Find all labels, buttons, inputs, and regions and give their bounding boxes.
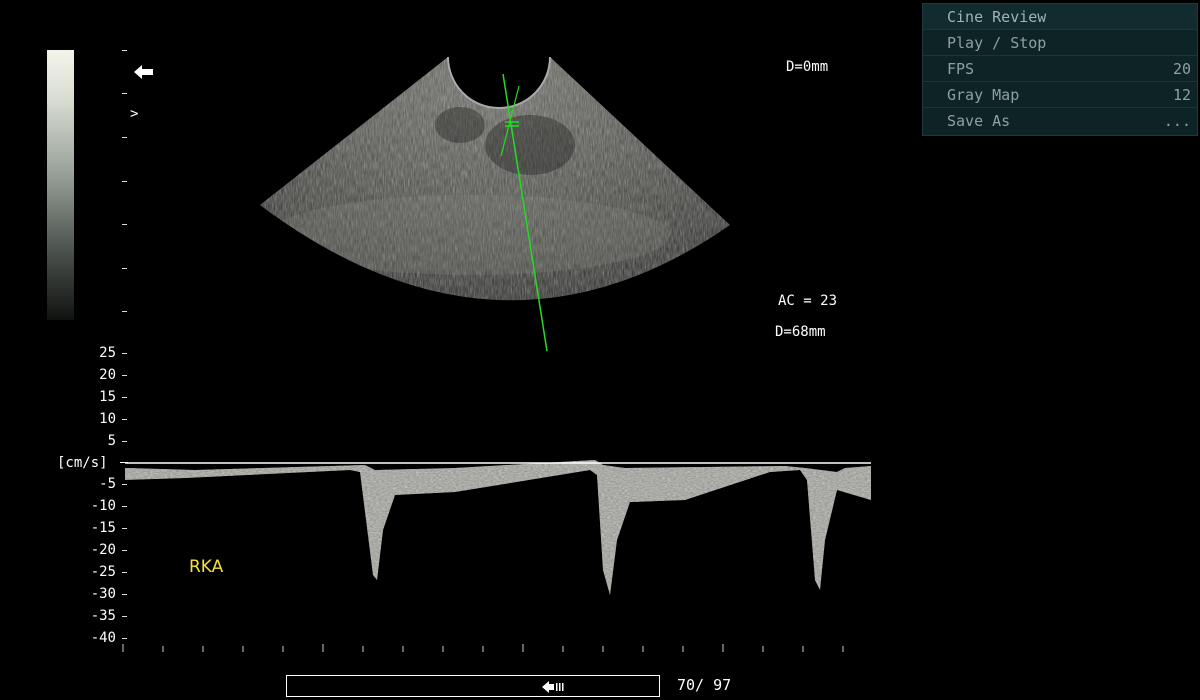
velocity-tick	[122, 397, 127, 398]
velocity-label: -30	[90, 586, 116, 602]
depth-top-label: D=0mm	[786, 59, 829, 75]
depth-tick	[122, 137, 127, 138]
velocity-label: 20	[99, 367, 116, 383]
cine-review-menu: Cine Review Play / Stop FPS 20 Gray Map …	[922, 3, 1198, 136]
velocity-label: -35	[90, 608, 116, 624]
velocity-label: 15	[99, 389, 116, 405]
velocity-label: 10	[99, 411, 116, 427]
velocity-label: 5	[107, 433, 116, 449]
depth-tick	[122, 50, 127, 51]
cine-position-icon[interactable]	[542, 679, 564, 693]
depth-tick	[122, 93, 127, 94]
doppler-cursor-line[interactable]	[495, 70, 555, 355]
velocity-tick	[122, 353, 127, 354]
velocity-label: -20	[90, 542, 116, 558]
velocity-label: -5	[99, 476, 116, 492]
grayscale-bar	[47, 50, 74, 320]
depth-bottom-label: D=68mm	[775, 324, 826, 340]
frame-counter: 70/ 97	[677, 676, 732, 694]
doppler-spectrum	[125, 460, 871, 595]
velocity-label: 25	[99, 345, 116, 361]
velocity-label: -25	[90, 564, 116, 580]
depth-tick	[122, 224, 127, 225]
focus-marker: >	[130, 106, 139, 122]
menu-title: Cine Review	[923, 4, 1197, 30]
doppler-baseline	[120, 462, 128, 463]
menu-item-gray-map[interactable]: Gray Map 12	[923, 82, 1197, 108]
menu-item-fps[interactable]: FPS 20	[923, 56, 1197, 82]
velocity-label: -40	[90, 630, 116, 646]
depth-tick	[122, 181, 127, 182]
velocity-unit: [cm/s]	[57, 455, 108, 471]
menu-item-play-stop[interactable]: Play / Stop	[923, 30, 1197, 56]
velocity-tick	[122, 375, 127, 376]
velocity-label: -15	[90, 520, 116, 536]
back-arrow-icon[interactable]	[134, 64, 154, 80]
depth-tick	[122, 268, 127, 269]
depth-tick	[122, 311, 127, 312]
time-axis	[122, 644, 844, 652]
bmode-image	[260, 56, 730, 301]
cine-slider[interactable]	[286, 675, 660, 697]
velocity-label: -10	[90, 498, 116, 514]
vessel-annotation: RKA	[189, 557, 224, 577]
ac-label: AC = 23	[778, 293, 838, 309]
menu-item-save-as[interactable]: Save As ...	[923, 108, 1197, 134]
